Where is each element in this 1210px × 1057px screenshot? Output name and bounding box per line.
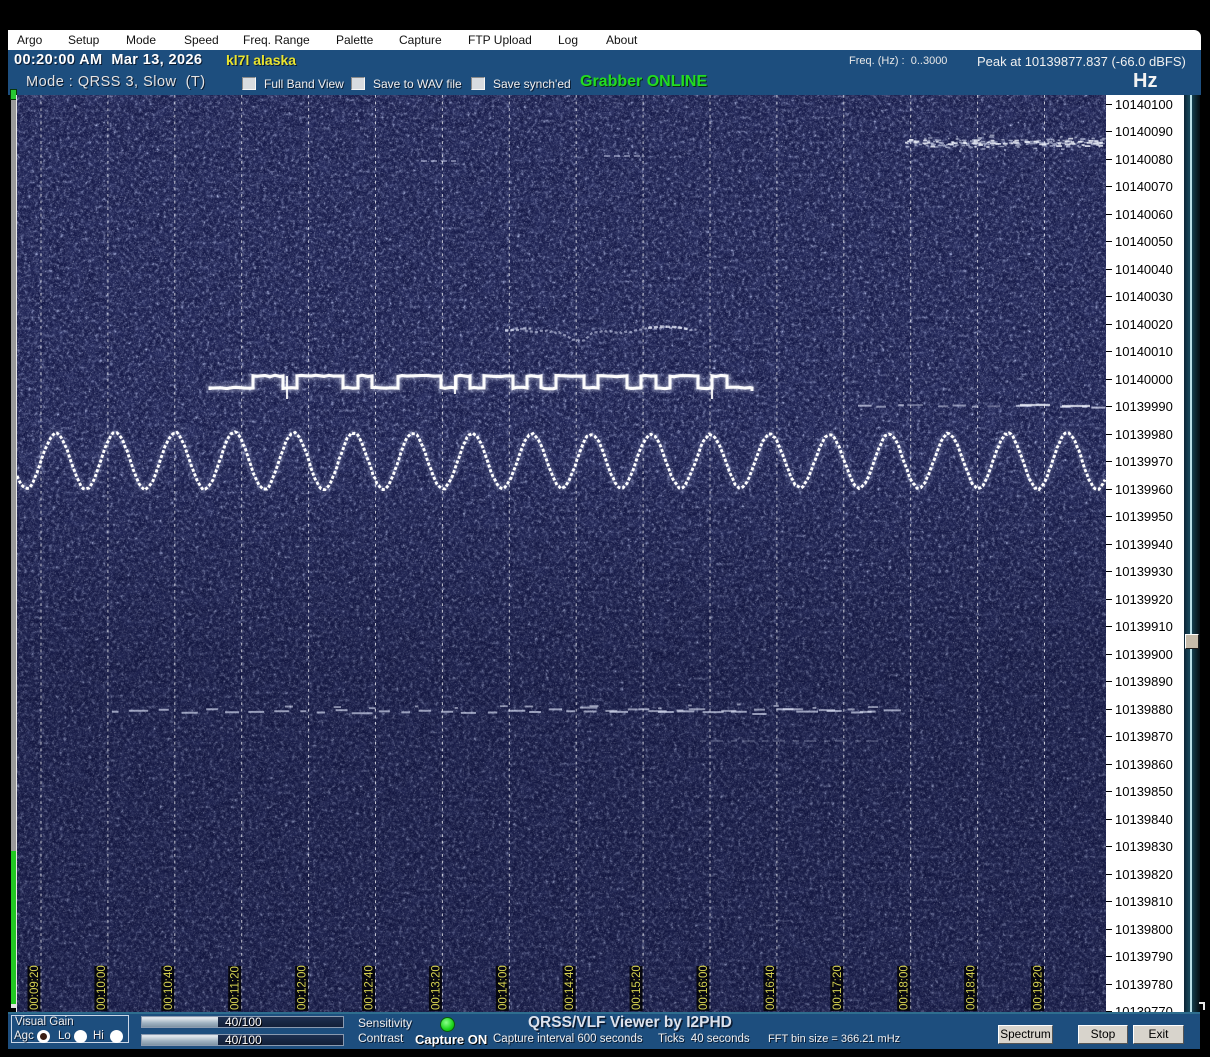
svg-text:00:10:00: 00:10:00	[96, 965, 108, 1010]
svg-text:00:11:20: 00:11:20	[230, 966, 242, 1010]
svg-text:00:18:00: 00:18:00	[899, 965, 911, 1010]
svg-text:00:12:00: 00:12:00	[297, 965, 309, 1010]
svg-text:00:19:20: 00:19:20	[1033, 965, 1045, 1010]
svg-text:00:17:20: 00:17:20	[832, 965, 844, 1010]
svg-text:00:15:20: 00:15:20	[631, 965, 643, 1010]
svg-text:00:10:40: 00:10:40	[163, 965, 175, 1010]
svg-text:00:09:20: 00:09:20	[29, 965, 41, 1010]
svg-text:00:12:40: 00:12:40	[364, 965, 376, 1010]
svg-text:00:13:20: 00:13:20	[430, 965, 442, 1010]
svg-text:00:18:40: 00:18:40	[966, 965, 978, 1010]
svg-text:00:14:40: 00:14:40	[564, 965, 576, 1010]
svg-text:00:16:00: 00:16:00	[698, 965, 710, 1010]
svg-text:00:16:40: 00:16:40	[765, 965, 777, 1010]
svg-text:00:14:00: 00:14:00	[497, 965, 509, 1010]
